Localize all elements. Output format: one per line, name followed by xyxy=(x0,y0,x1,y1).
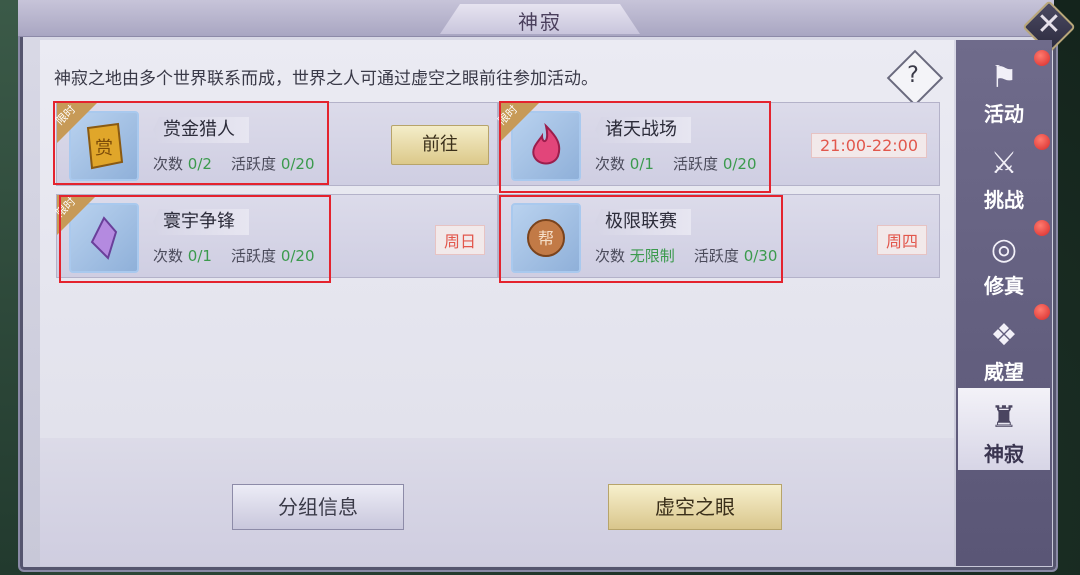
alert-dot xyxy=(1034,304,1050,320)
highlight-box xyxy=(499,195,783,283)
swirl-icon: ◎ xyxy=(990,232,1018,267)
wings-icon: ❖ xyxy=(990,318,1018,353)
alert-dot xyxy=(1034,50,1050,66)
bottom-bar xyxy=(40,438,954,566)
close-icon[interactable]: ✕ xyxy=(1030,6,1068,44)
spire-icon: ♜ xyxy=(990,400,1018,435)
description-text: 神寂之地由多个世界联系而成，世界之人可通过虚空之眼前往参加活动。 xyxy=(54,69,598,89)
activity-card-league[interactable]: 帮 极限联赛 次数 无限制 活跃度 0/30 周四 xyxy=(498,194,940,283)
highlight-box xyxy=(499,101,771,193)
highlight-box xyxy=(53,101,329,185)
activity-card-bounty[interactable]: 赏 限时 赏金猎人 次数 0/2 活跃度 0/20 前往 xyxy=(53,101,498,186)
highlight-box xyxy=(59,195,331,283)
tab-shenji[interactable]: ♜ 神寂 xyxy=(958,388,1050,470)
tab-label: 修真 xyxy=(984,274,1024,298)
activity-card-battlefield[interactable]: 限时 诸天战场 次数 0/1 活跃度 0/20 21:00-22:00 xyxy=(495,101,940,193)
go-button[interactable]: 前往 xyxy=(391,125,489,165)
tab-label: 挑战 xyxy=(984,188,1024,212)
tab-label: 威望 xyxy=(984,360,1024,384)
group-info-button[interactable]: 分组信息 xyxy=(232,484,404,530)
alert-dot xyxy=(1034,134,1050,150)
dialog-title: 神寂 xyxy=(518,10,562,34)
tab-label: 神寂 xyxy=(984,442,1024,466)
activity-card-universe[interactable]: 限时 寰宇争锋 次数 0/1 活跃度 0/20 周日 xyxy=(53,194,498,283)
swords-icon: ⚔ xyxy=(990,146,1018,181)
weekday-tag: 周日 xyxy=(435,225,486,255)
void-eye-button[interactable]: 虚空之眼 xyxy=(608,484,782,530)
tab-label: 活动 xyxy=(984,102,1024,126)
question-icon[interactable]: ? xyxy=(895,58,931,94)
weekday-tag: 周四 xyxy=(877,225,928,255)
time-window: 21:00-22:00 xyxy=(811,133,927,158)
alert-dot xyxy=(1034,220,1050,236)
